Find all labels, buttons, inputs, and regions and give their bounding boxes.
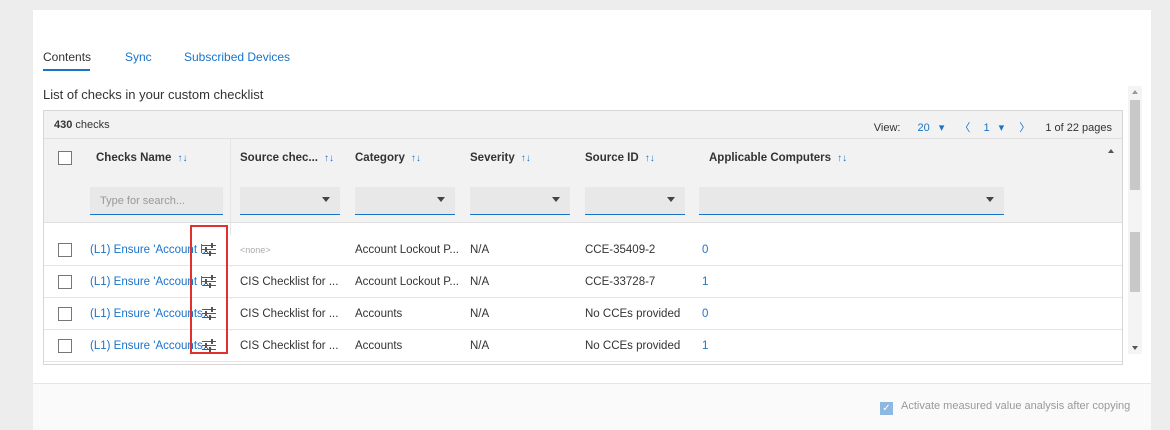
row-checkbox[interactable] <box>58 339 72 353</box>
source-id-filter-select[interactable] <box>585 187 685 215</box>
section-subtitle: List of checks in your custom checklist <box>43 87 264 102</box>
severity-cell: N/A <box>470 308 490 320</box>
scroll-thumb[interactable] <box>1130 232 1140 292</box>
grid-summary-bar: 430 checks View: 20 ▾ 〈 1 ▾ 〉 1 of 22 pa… <box>44 111 1122 139</box>
scroll-track-upper <box>1130 100 1140 190</box>
computers-count-link[interactable]: 0 <box>702 244 708 256</box>
tab-subscribed-devices[interactable]: Subscribed Devices <box>184 50 290 64</box>
computers-count-link[interactable]: 1 <box>702 340 708 352</box>
page-size-caret-icon[interactable]: ▾ <box>939 122 945 134</box>
pagination: View: 20 ▾ 〈 1 ▾ 〉 1 of 22 pages <box>868 119 1112 135</box>
chevron-down-icon <box>986 197 994 202</box>
view-label: View: <box>873 122 901 134</box>
severity-cell: N/A <box>470 276 490 288</box>
checkmark-icon[interactable]: ✓ <box>880 402 893 415</box>
category-cell: Account Lockout P... <box>355 276 459 288</box>
next-page-button[interactable]: 〉 <box>1019 122 1030 134</box>
computers-count-link[interactable]: 0 <box>702 308 708 320</box>
col-header-applicable-computers[interactable]: Applicable Computers ↑↓ <box>709 152 847 164</box>
source-cell: CIS Checklist for ... <box>240 308 339 320</box>
tab-sync[interactable]: Sync <box>125 50 152 64</box>
severity-filter-select[interactable] <box>470 187 570 215</box>
page-size-select[interactable]: 20 <box>918 122 930 134</box>
chevron-down-icon <box>667 197 675 202</box>
grid-scroll-up-icon[interactable] <box>1108 149 1114 153</box>
severity-cell: N/A <box>470 340 490 352</box>
activate-analysis-option[interactable]: ✓ Activate measured value analysis after … <box>880 400 1130 415</box>
row-checkbox[interactable] <box>58 275 72 289</box>
category-cell: Accounts <box>355 340 403 352</box>
source-cell: CIS Checklist for ... <box>240 340 339 352</box>
severity-cell: N/A <box>470 244 490 256</box>
chevron-down-icon <box>437 197 445 202</box>
check-count: 430 checks <box>54 119 110 131</box>
category-cell: Accounts <box>355 308 403 320</box>
prev-page-button[interactable]: 〈 <box>959 122 970 134</box>
category-cell: Account Lockout P... <box>355 244 459 256</box>
source-cell: CIS Checklist for ... <box>240 276 339 288</box>
source-id-cell: No CCEs provided <box>585 308 681 320</box>
checklist-panel: Contents Sync Subscribed Devices List of… <box>33 10 1151 430</box>
computers-count-link[interactable]: 1 <box>702 276 708 288</box>
source-cell: <none> <box>240 245 271 255</box>
row-checkbox[interactable] <box>58 307 72 321</box>
source-id-cell: CCE-33728-7 <box>585 276 656 288</box>
col-header-category[interactable]: Category ↑↓ <box>355 152 421 164</box>
source-id-cell: CCE-35409-2 <box>585 244 656 256</box>
name-search-input[interactable]: Type for search... <box>90 187 223 215</box>
highlight-box <box>190 225 228 354</box>
source-filter-select[interactable] <box>240 187 340 215</box>
col-header-checks-name[interactable]: Checks Name ↑↓ <box>96 152 187 164</box>
select-all-checkbox[interactable] <box>58 151 72 165</box>
vertical-scrollbar[interactable] <box>1128 86 1142 354</box>
page-number-select[interactable]: 1 <box>983 122 989 134</box>
page-number-caret-icon[interactable]: ▾ <box>999 122 1005 134</box>
chevron-down-icon <box>552 197 560 202</box>
row-checkbox[interactable] <box>58 243 72 257</box>
category-filter-select[interactable] <box>355 187 455 215</box>
scroll-down-icon[interactable] <box>1132 346 1138 350</box>
scroll-up-icon[interactable] <box>1132 90 1138 94</box>
grid-header: Checks Name ↑↓ Source chec... ↑↓ Category ↑… <box>44 139 1122 223</box>
source-id-cell: No CCEs provided <box>585 340 681 352</box>
computers-filter-select[interactable] <box>699 187 1004 215</box>
page-count: 1 of 22 pages <box>1045 122 1112 134</box>
chevron-down-icon <box>322 197 330 202</box>
tab-contents[interactable]: Contents <box>43 50 91 64</box>
col-header-source-id[interactable]: Source ID ↑↓ <box>585 152 655 164</box>
col-header-source-checklist[interactable]: Source chec... ↑↓ <box>240 152 334 164</box>
active-tab-underline <box>43 69 90 71</box>
col-header-severity[interactable]: Severity ↑↓ <box>470 152 531 164</box>
